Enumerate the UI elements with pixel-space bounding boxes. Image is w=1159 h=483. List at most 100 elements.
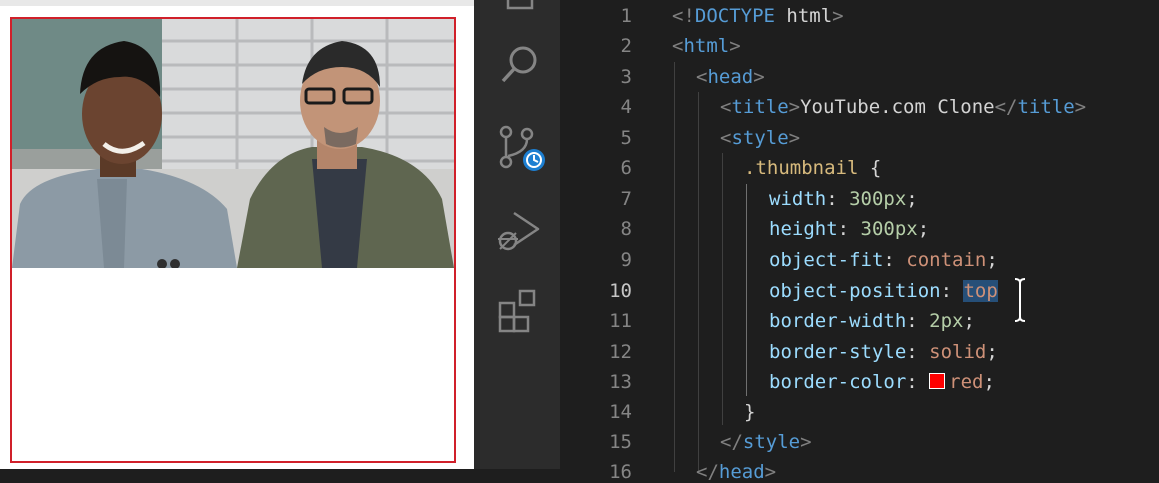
indent-guide-active — [746, 184, 747, 396]
code-line-2[interactable]: <html> — [672, 35, 741, 57]
token-property: object-fit — [769, 249, 884, 271]
line-number: 2 — [620, 35, 632, 57]
line-number: 1 — [620, 5, 632, 27]
token: { — [858, 157, 882, 179]
token: ; — [906, 188, 918, 210]
token: > — [764, 461, 777, 483]
token-value-selected: top — [963, 280, 998, 302]
token: : — [883, 249, 907, 271]
line-number: 15 — [609, 431, 632, 453]
line-number: 13 — [609, 371, 632, 393]
token: > — [729, 35, 741, 57]
code-line-6[interactable]: .thumbnail { — [744, 157, 881, 179]
code-line-14[interactable]: } — [744, 401, 755, 423]
indent-guide — [674, 62, 675, 472]
code-line-16[interactable]: </head> — [696, 461, 776, 483]
token: ; — [983, 371, 995, 393]
token-property: object-position — [769, 280, 941, 302]
token-property: width — [769, 188, 827, 210]
token-tag: head — [707, 66, 754, 88]
line-number: 6 — [620, 157, 632, 179]
line-number: 5 — [620, 127, 632, 149]
token-tag: title — [731, 96, 789, 118]
thumbnail-image[interactable] — [12, 19, 454, 268]
token: : — [906, 310, 930, 332]
token: : — [826, 188, 850, 210]
line-number: 7 — [620, 188, 632, 210]
activity-bar — [480, 0, 560, 469]
token: ; — [986, 249, 998, 271]
code-line-15[interactable]: </style> — [720, 431, 812, 453]
token: > — [832, 5, 844, 27]
token-tag: title — [1017, 96, 1075, 118]
token: </ — [696, 461, 719, 483]
code-line-7[interactable]: width: 300px; — [769, 188, 918, 210]
code-line-11[interactable]: border-width: 2px; — [769, 310, 975, 332]
token-value: red — [949, 371, 984, 393]
code-line-13[interactable]: border-color: red; — [769, 371, 995, 393]
token: </ — [720, 431, 743, 453]
code-line-3[interactable]: <head> — [696, 66, 765, 88]
token-tag: html — [683, 35, 730, 57]
token: ; — [963, 310, 975, 332]
token-tag: style — [742, 431, 801, 453]
line-number: 3 — [620, 66, 632, 88]
browser-preview — [0, 0, 474, 469]
token: : — [906, 371, 930, 393]
token-text: YouTube.com Clone — [800, 96, 995, 118]
line-number: 9 — [620, 249, 632, 271]
token: : — [837, 218, 861, 240]
token-value: solid — [929, 341, 987, 363]
code-line-4[interactable]: <title>YouTube.com Clone</title> — [720, 96, 1086, 118]
code-line-12[interactable]: border-style: solid; — [769, 341, 998, 363]
code-line-9[interactable]: object-fit: contain; — [769, 249, 998, 271]
token: < — [696, 66, 708, 88]
token-property: border-width — [769, 310, 907, 332]
indent-guide — [722, 153, 723, 425]
token: : — [940, 280, 964, 302]
token: > — [800, 431, 812, 453]
token-tag: head — [718, 461, 765, 483]
token-property: border-style — [769, 341, 907, 363]
code-line-5[interactable]: <style> — [720, 127, 800, 149]
line-number: 12 — [609, 341, 632, 363]
token-property: border-color — [769, 371, 907, 393]
run-debug-icon[interactable] — [494, 205, 546, 257]
line-number: 11 — [609, 310, 632, 332]
token: html — [774, 5, 833, 27]
code-line-10[interactable]: object-position: top — [769, 280, 998, 302]
token-value: contain — [906, 249, 987, 271]
token-value: 300px — [849, 188, 907, 210]
explorer-icon[interactable] — [494, 0, 546, 30]
token-tag: style — [731, 127, 789, 149]
token: } — [744, 401, 756, 423]
token: > — [753, 66, 765, 88]
token: > — [788, 96, 801, 118]
token-value: 2px — [929, 310, 964, 332]
line-number: 14 — [609, 401, 632, 423]
token: ; — [917, 218, 930, 240]
line-number: 8 — [620, 218, 632, 240]
token: ; — [986, 341, 998, 363]
token-doctype: DOCTYPE — [694, 5, 775, 27]
line-number: 4 — [620, 96, 632, 118]
token: </ — [994, 96, 1018, 118]
token-selector: .thumbnail — [744, 157, 859, 179]
indent-guide — [698, 92, 699, 472]
line-number: 16 — [609, 461, 632, 483]
source-control-icon[interactable] — [494, 122, 546, 174]
code-editor[interactable]: 1 2 3 4 5 6 7 8 9 10 11 12 13 14 15 16 <… — [560, 0, 1159, 483]
thumbnail-frame — [10, 17, 456, 463]
search-icon[interactable] — [494, 38, 546, 90]
token: > — [1074, 96, 1087, 118]
browser-toolbar-strip — [0, 0, 474, 6]
code-line-1[interactable]: <!DOCTYPE html> — [672, 5, 844, 27]
code-line-8[interactable]: height: 300px; — [769, 218, 929, 240]
token: > — [788, 127, 801, 149]
color-swatch[interactable] — [929, 373, 946, 389]
line-number-active: 10 — [609, 280, 632, 302]
token: <! — [672, 5, 695, 27]
extensions-icon[interactable] — [494, 285, 546, 337]
token: < — [672, 35, 684, 57]
token: : — [906, 341, 930, 363]
